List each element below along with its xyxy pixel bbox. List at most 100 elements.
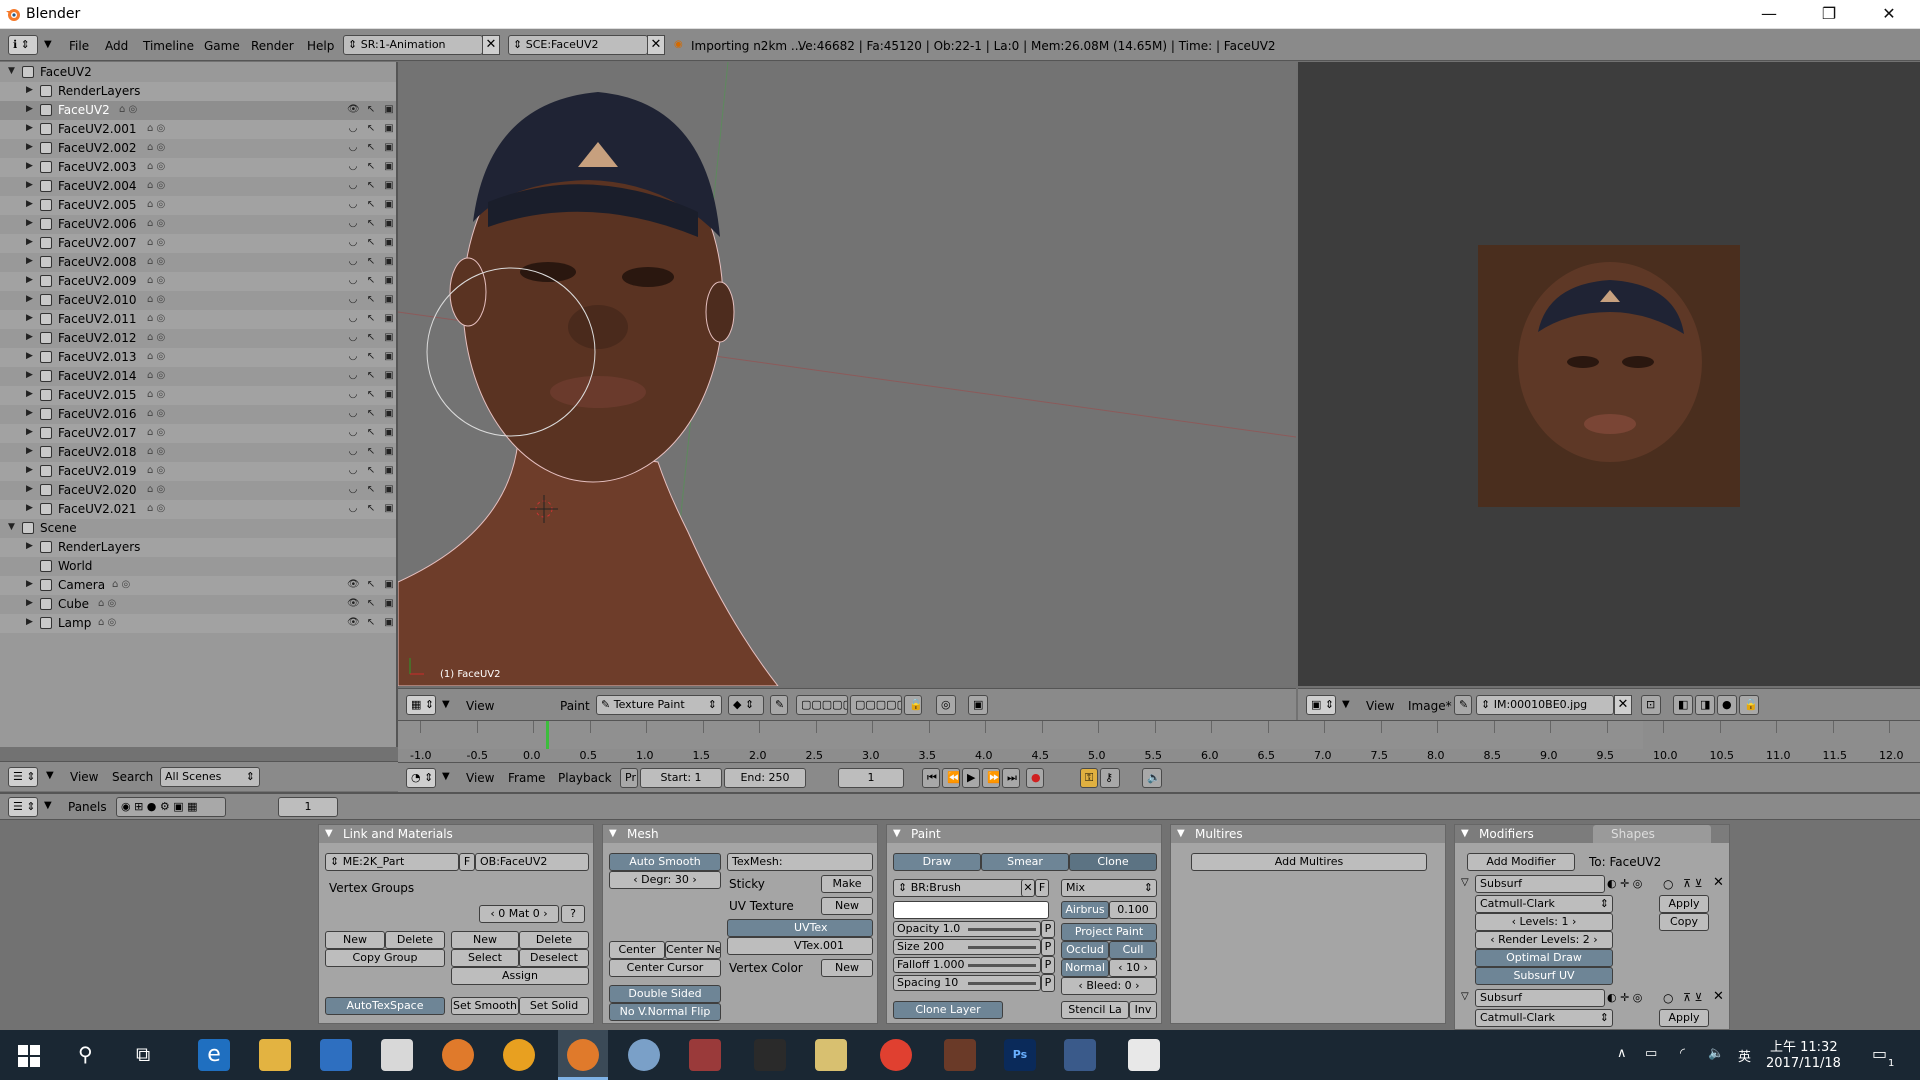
size-pressure-toggle[interactable]: P — [1041, 938, 1055, 956]
normal-angle-field[interactable]: ‹ 10 › — [1109, 959, 1157, 977]
visibility-eye-icon[interactable]: 👁 — [347, 579, 360, 591]
cull-toggle[interactable]: Cull — [1109, 941, 1157, 959]
draw-tool-button[interactable]: Draw — [893, 853, 981, 871]
scene-delete-button[interactable]: ✕ — [647, 35, 665, 55]
paint-brush-icon[interactable]: ✎ — [1454, 695, 1472, 715]
task-view-icon[interactable]: ⧉ — [136, 1042, 150, 1066]
camera-render-icon[interactable]: ▣ — [968, 695, 988, 715]
current-frame-marker[interactable] — [546, 721, 549, 749]
vgroup-new-button[interactable]: New — [325, 931, 385, 949]
audio-sync-icon[interactable]: 🔈 — [1142, 768, 1162, 788]
occlude-toggle[interactable]: Occlud — [1061, 941, 1109, 959]
visibility-eye-icon[interactable]: ◡ — [347, 427, 359, 439]
menu-file[interactable]: File — [69, 39, 89, 53]
expand-toggle-icon[interactable]: ▶ — [26, 313, 36, 325]
tray-chevron-icon[interactable]: ∧ — [1617, 1046, 1627, 1061]
image-view-menu[interactable]: View — [1366, 699, 1394, 713]
record-icon[interactable]: ● — [1026, 768, 1044, 788]
modifier1-move-icons[interactable]: ⊼ ⊻ — [1683, 877, 1703, 890]
selectable-arrow-icon[interactable]: ↖ — [365, 617, 377, 629]
mesh-datablock-field[interactable]: ⇕ ME:2K_Part — [325, 853, 459, 871]
object-data-icons[interactable]: ⌂ ◎ — [147, 313, 177, 325]
maximize-button[interactable]: ❐ — [1800, 0, 1858, 29]
center-cursor-button[interactable]: Center Cursor — [609, 959, 721, 977]
visibility-eye-icon[interactable]: ◡ — [347, 503, 359, 515]
renderable-icon[interactable]: ▣ — [383, 161, 395, 173]
set-smooth-button[interactable]: Set Smooth — [451, 997, 519, 1015]
levels-field[interactable]: ‹ Levels: 1 › — [1475, 913, 1613, 931]
object-data-icons[interactable]: ⌂ ◎ — [147, 389, 177, 401]
expand-toggle-icon[interactable]: ▼ — [8, 522, 18, 534]
panels-menu[interactable]: Panels — [68, 800, 107, 814]
material-deselect-button[interactable]: Deselect — [519, 949, 589, 967]
selectable-arrow-icon[interactable]: ↖ — [365, 180, 377, 192]
outliner-item[interactable]: ▶ RenderLayers — [0, 538, 396, 557]
store-icon[interactable] — [320, 1039, 352, 1071]
timeline[interactable]: -1.0 -0.5 0.0 0.5 1.0 1.5 2.0 2.5 3.0 3.5 4.0 4.5 5.… — [398, 720, 1920, 762]
object-data-icons[interactable]: ⌂ ◎ — [147, 408, 177, 420]
normal-toggle[interactable]: Normal — [1061, 959, 1109, 977]
outliner-item[interactable]: ▶ FaceUV2.011 ⌂ ◎ ◡ ↖ ▣ — [0, 310, 396, 329]
image-pack-icon[interactable]: ⊡ — [1641, 695, 1661, 715]
outliner-item[interactable]: ▶ FaceUV2.017 ⌂ ◎ ◡ ↖ ▣ — [0, 424, 396, 443]
uv-texture-new-button[interactable]: New — [821, 897, 873, 915]
start-frame-field[interactable]: Start: 1 — [640, 768, 722, 788]
visibility-eye-icon[interactable]: ◡ — [347, 332, 359, 344]
panel-header[interactable]: ▼ Mesh — [603, 825, 877, 843]
outliner-item[interactable]: ▶ FaceUV2.007 ⌂ ◎ ◡ ↖ ▣ — [0, 234, 396, 253]
blend-mode-dropdown[interactable]: Mix ⇕ — [1061, 879, 1157, 897]
collapse-menu-icon[interactable]: ▼ — [1342, 699, 1350, 710]
input-language[interactable]: 英 — [1738, 1046, 1751, 1065]
expand-toggle-icon[interactable]: ▶ — [26, 294, 36, 306]
material-assign-button[interactable]: Assign — [451, 967, 589, 985]
gimp-icon[interactable] — [628, 1039, 660, 1071]
modifier2-cage-icon[interactable]: ○ — [1663, 991, 1673, 1005]
renderable-icon[interactable]: ▣ — [383, 332, 395, 344]
search-icon[interactable]: ⚲ — [78, 1042, 93, 1066]
renderable-icon[interactable]: ▣ — [383, 256, 395, 268]
selectable-arrow-icon[interactable]: ↖ — [365, 370, 377, 382]
expand-toggle-icon[interactable]: ▶ — [26, 351, 36, 363]
timeline-view-menu[interactable]: View — [466, 771, 494, 785]
expand-toggle-icon[interactable] — [26, 560, 36, 572]
size-slider[interactable]: Size 200 — [893, 939, 1041, 955]
smear-tool-button[interactable]: Smear — [981, 853, 1069, 871]
object-data-icons[interactable]: ⌂ ◎ — [147, 427, 177, 439]
expand-toggle-icon[interactable]: ▶ — [26, 503, 36, 515]
brush-color-swatch[interactable] — [893, 901, 1049, 919]
object-data-icons[interactable]: ⌂ ◎ — [147, 256, 177, 268]
subdivision-type-dropdown[interactable]: Catmull-Clark ⇕ — [1475, 895, 1613, 913]
renderable-icon[interactable]: ▣ — [383, 598, 395, 610]
start-button-icon[interactable] — [18, 1045, 40, 1067]
keying-set-icon[interactable]: ⚿ — [1080, 768, 1098, 788]
step-back-icon[interactable]: ⏪ — [942, 768, 960, 788]
visibility-eye-icon[interactable]: ◡ — [347, 142, 359, 154]
expand-toggle-icon[interactable]: ▶ — [26, 370, 36, 382]
expand-toggle-icon[interactable]: ▼ — [8, 66, 18, 78]
outliner-item[interactable]: ▶ Cube ⌂ ◎ 👁 ↖ ▣ — [0, 595, 396, 614]
object-data-icons[interactable]: ⌂ ◎ — [112, 579, 142, 591]
optimal-draw-toggle[interactable]: Optimal Draw — [1475, 949, 1613, 967]
selectable-arrow-icon[interactable]: ↖ — [365, 351, 377, 363]
renderable-icon[interactable]: ▣ — [383, 142, 395, 154]
outliner-item[interactable]: ▶ FaceUV2.009 ⌂ ◎ ◡ ↖ ▣ — [0, 272, 396, 291]
outliner-item[interactable]: ▶ FaceUV2.019 ⌂ ◎ ◡ ↖ ▣ — [0, 462, 396, 481]
outliner-item[interactable]: ▶ FaceUV2.020 ⌂ ◎ ◡ ↖ ▣ — [0, 481, 396, 500]
visibility-eye-icon[interactable]: ◡ — [347, 218, 359, 230]
expand-toggle-icon[interactable]: ▶ — [26, 465, 36, 477]
double-sided-toggle[interactable]: Double Sided — [609, 985, 721, 1003]
modifier1-apply-button[interactable]: Apply — [1659, 895, 1709, 913]
mode-dropdown[interactable]: ✎ Texture Paint ⇕ — [596, 695, 722, 715]
copy-group-button[interactable]: Copy Group — [325, 949, 445, 967]
menu-render[interactable]: Render — [251, 39, 294, 53]
expand-toggle-icon[interactable]: ▶ — [26, 617, 36, 629]
selectable-arrow-icon[interactable]: ↖ — [365, 579, 377, 591]
image-unlink-button[interactable]: ✕ — [1614, 695, 1632, 715]
outliner-item[interactable]: ▶ FaceUV2.015 ⌂ ◎ ◡ ↖ ▣ — [0, 386, 396, 405]
outliner-item[interactable]: ▶ FaceUV2.016 ⌂ ◎ ◡ ↖ ▣ — [0, 405, 396, 424]
outliner-item[interactable]: ▼ Scene — [0, 519, 396, 538]
shapes-tab[interactable]: Shapes — [1593, 825, 1711, 843]
modifier1-visibility-icons[interactable]: ◐ ✛ ◎ — [1607, 877, 1642, 890]
material-index-field[interactable]: ‹ 0 Mat 0 › — [479, 905, 559, 923]
material-new-button[interactable]: New — [451, 931, 519, 949]
